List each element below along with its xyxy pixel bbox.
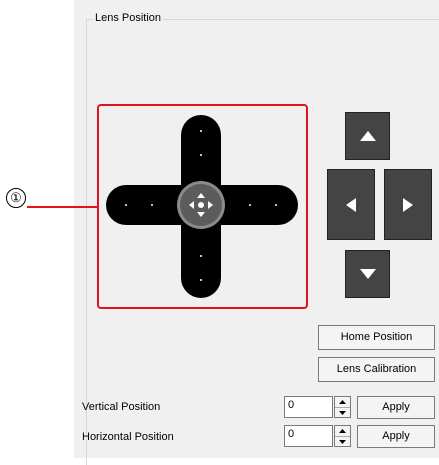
horizontal-apply-button[interactable]: Apply xyxy=(357,425,435,448)
horizontal-position-input[interactable]: 0 xyxy=(284,425,333,447)
arrow-left-button[interactable] xyxy=(327,169,375,240)
lens-calibration-button[interactable]: Lens Calibration xyxy=(318,357,435,382)
arrow-left-icon xyxy=(346,197,356,212)
home-position-button[interactable]: Home Position xyxy=(318,325,435,350)
callout-number: ① xyxy=(6,188,26,208)
lens-position-title: Lens Position xyxy=(93,12,164,24)
arrow-right-icon xyxy=(403,197,413,212)
arrow-down-button[interactable] xyxy=(345,250,390,298)
vertical-position-spinner[interactable] xyxy=(334,396,351,418)
spin-up-icon[interactable] xyxy=(335,426,350,436)
horizontal-position-spinner[interactable] xyxy=(334,425,351,447)
arrow-down-icon xyxy=(359,269,376,279)
horizontal-position-label: Horizontal Position xyxy=(82,431,174,443)
arrow-right-button[interactable] xyxy=(384,169,432,240)
joystick-highlight-frame xyxy=(97,104,308,309)
spin-up-icon[interactable] xyxy=(335,397,350,407)
arrow-up-icon xyxy=(359,131,376,141)
arrow-up-button[interactable] xyxy=(345,112,390,160)
spin-down-icon[interactable] xyxy=(335,407,350,418)
vertical-apply-button[interactable]: Apply xyxy=(357,396,435,419)
spin-down-icon[interactable] xyxy=(335,436,350,447)
vertical-position-label: Vertical Position xyxy=(82,401,161,413)
vertical-position-input[interactable]: 0 xyxy=(284,396,333,418)
callout-line xyxy=(27,206,97,208)
